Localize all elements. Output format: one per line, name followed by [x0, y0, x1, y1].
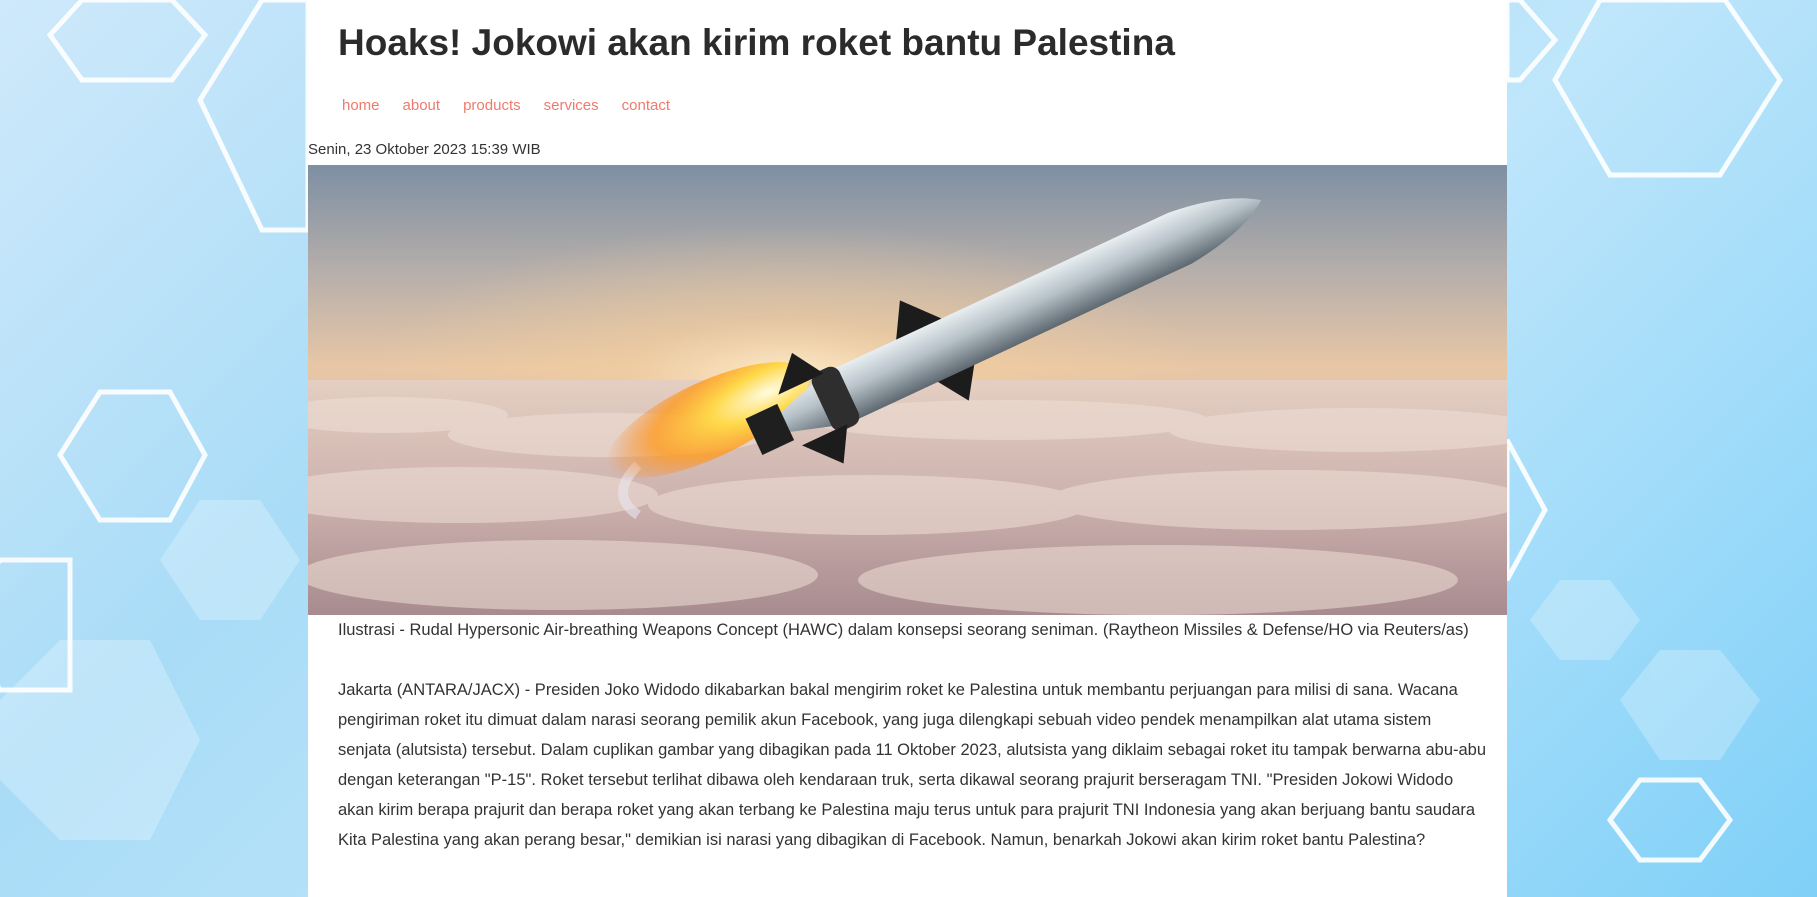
image-caption: Ilustrasi - Rudal Hypersonic Air-breathi… — [338, 621, 1469, 639]
nav-link-products[interactable]: products — [463, 97, 521, 114]
nav-link-about[interactable]: about — [403, 97, 441, 114]
main-nav: home about products services contact — [342, 97, 693, 114]
article-date: Senin, 23 Oktober 2023 15:39 WIB — [308, 141, 541, 158]
page-title: Hoaks! Jokowi akan kirim roket bantu Pal… — [338, 22, 1175, 63]
nav-link-home[interactable]: home — [342, 97, 380, 114]
nav-link-contact[interactable]: contact — [622, 97, 670, 114]
page-content: Hoaks! Jokowi akan kirim roket bantu Pal… — [308, 0, 1507, 897]
missile-illustration — [308, 165, 1507, 615]
nav-link-services[interactable]: services — [544, 97, 599, 114]
article-body: Jakarta (ANTARA/JACX) - Presiden Joko Wi… — [338, 681, 1487, 849]
article-hero-image — [308, 165, 1507, 615]
